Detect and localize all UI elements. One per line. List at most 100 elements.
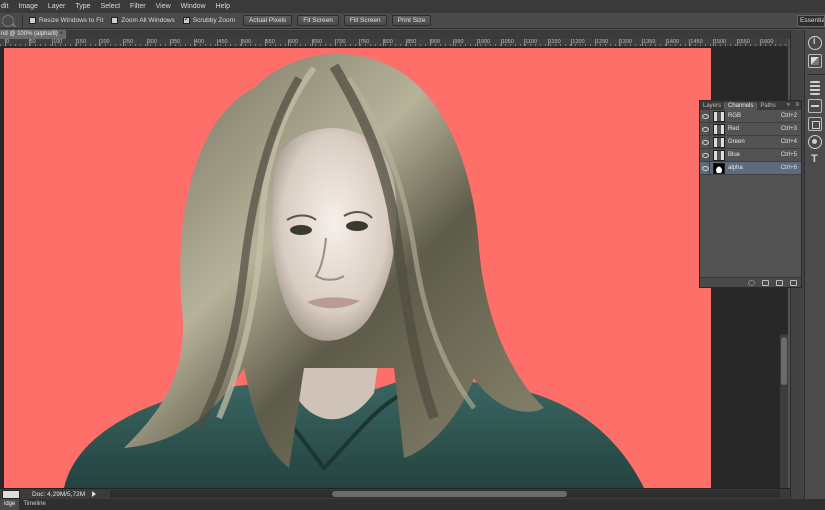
panel-menu-icon[interactable]: ≡: [795, 101, 799, 110]
ruler-label: 150: [75, 39, 86, 46]
zoom-all-windows-checkbox[interactable]: Zoom All Windows: [111, 17, 175, 24]
ruler-label: 1450: [689, 39, 703, 46]
options-bar: Resize Windows to Fit Zoom All Windows S…: [0, 13, 825, 29]
tab-channels[interactable]: Channels: [725, 102, 757, 110]
menu-bar: dit Image Layer Type Select Filter View …: [0, 0, 825, 13]
menu-help[interactable]: Help: [211, 0, 235, 13]
menu-view[interactable]: View: [151, 0, 176, 13]
ruler-label: 600: [288, 39, 299, 46]
vertical-scrollbar[interactable]: [780, 334, 788, 510]
delete-channel-icon[interactable]: [790, 279, 797, 286]
ruler-label: 350: [170, 39, 181, 46]
channel-name: Green: [728, 139, 745, 145]
channel-row-alpha[interactable]: alpha Ctrl+6: [700, 161, 801, 175]
scrubby-zoom-checkbox[interactable]: Scrubby Zoom: [182, 15, 236, 24]
collapse-panel-icon[interactable]: »: [787, 101, 790, 110]
ruler-label: 1250: [594, 39, 609, 46]
histogram-icon[interactable]: [810, 81, 820, 95]
horizontal-ruler[interactable]: 0 50 100 150 200 250 300 350 400 450 500 550 600 650 7…: [0, 39, 788, 47]
menu-filter[interactable]: Filter: [125, 0, 151, 13]
close-icon[interactable]: ×: [59, 30, 63, 39]
channel-row-rgb[interactable]: RGB Ctrl+2: [700, 109, 801, 123]
horizontal-scrollbar[interactable]: [110, 490, 780, 498]
menu-edit[interactable]: dit: [0, 0, 13, 13]
ruler-label: 700: [335, 39, 346, 46]
channel-shortcut: Ctrl+3: [780, 126, 797, 132]
checkbox-box[interactable]: [182, 15, 190, 24]
ruler-label: 550: [264, 39, 275, 46]
ruler-label: 450: [217, 39, 228, 46]
channel-shortcut: Ctrl+2: [780, 113, 797, 119]
tab-timeline[interactable]: Timeline: [19, 499, 49, 510]
ruler-label: 1500: [712, 39, 727, 46]
dock-separator: [807, 74, 825, 75]
ruler-label: 850: [406, 39, 417, 46]
visibility-eye-icon[interactable]: [700, 109, 710, 123]
ruler-label: 100: [52, 39, 63, 46]
channels-list-empty-area: [700, 175, 801, 277]
actual-pixels-button[interactable]: Actual Pixels: [243, 15, 293, 26]
document-size-info: Doc: 4,29M/5,72M: [32, 490, 86, 498]
print-size-button[interactable]: Print Size: [391, 15, 432, 26]
styles-icon[interactable]: [808, 117, 822, 131]
status-bar: Doc: 4,29M/5,72M: [0, 488, 790, 499]
menu-type[interactable]: Type: [70, 0, 95, 13]
ruler-label: 1550: [736, 39, 750, 46]
channel-row-blue[interactable]: Blue Ctrl+5: [700, 148, 801, 162]
ruler-label: 1100: [524, 39, 538, 46]
ruler-label: 650: [311, 39, 322, 46]
visibility-eye-icon[interactable]: [700, 135, 710, 149]
document-tab-title: nd @ 100% (alpha/8): [1, 31, 58, 37]
ruler-label: 1400: [665, 39, 680, 46]
checkbox-label: Scrubby Zoom: [192, 17, 236, 24]
ruler-label: 0: [4, 39, 10, 46]
document-tab[interactable]: nd @ 100% (alpha/8) ×: [0, 30, 66, 39]
visibility-eye-icon[interactable]: [700, 161, 710, 175]
navigator-icon[interactable]: [808, 54, 822, 68]
zoom-level-field[interactable]: [2, 489, 20, 499]
channel-row-red[interactable]: Red Ctrl+3: [700, 122, 801, 136]
channel-shortcut: Ctrl+4: [780, 139, 797, 145]
ruler-label: 500: [240, 39, 252, 46]
new-channel-icon[interactable]: [776, 279, 783, 286]
save-selection-icon[interactable]: [762, 279, 769, 286]
fit-screen-button[interactable]: Fit Screen: [297, 15, 339, 26]
checkbox-label: Zoom All Windows: [121, 17, 175, 24]
canvas-area[interactable]: [0, 47, 788, 510]
type-icon[interactable]: [808, 153, 822, 167]
channel-row-green[interactable]: Green Ctrl+4: [700, 135, 801, 149]
checkbox-box[interactable]: [111, 17, 119, 24]
workspace-switcher[interactable]: Essentials: [797, 15, 825, 27]
menu-window[interactable]: Window: [176, 0, 211, 13]
status-menu-arrow-icon[interactable]: [92, 491, 96, 497]
bottom-panel-tabs: idge Timeline: [0, 499, 825, 510]
menu-image[interactable]: Image: [13, 0, 42, 13]
dock-icon-column: [807, 34, 825, 171]
ruler-label: 400: [193, 39, 204, 46]
info-icon[interactable]: [808, 36, 822, 50]
checkbox-box[interactable]: [29, 17, 36, 24]
ruler-label: 1350: [642, 39, 656, 46]
fill-screen-button[interactable]: Fill Screen: [343, 15, 387, 26]
checkbox-label: Resize Windows to Fit: [39, 17, 104, 24]
visibility-eye-icon[interactable]: [700, 122, 710, 136]
tab-paths[interactable]: Paths: [757, 102, 778, 110]
adjustments-icon[interactable]: [808, 99, 822, 113]
channel-name: RGB: [728, 113, 742, 119]
zoom-tool-icon[interactable]: [2, 14, 14, 27]
menu-layer[interactable]: Layer: [43, 0, 71, 13]
channel-thumbnail: [713, 123, 725, 135]
ruler-label: 1300: [618, 39, 632, 46]
menu-select[interactable]: Select: [96, 0, 125, 13]
vertical-scrollbar-thumb[interactable]: [781, 337, 787, 385]
resize-windows-checkbox[interactable]: Resize Windows to Fit: [29, 17, 103, 24]
channel-shortcut: Ctrl+5: [780, 152, 797, 158]
channel-name: alpha: [728, 165, 743, 171]
ruler-label: 1200: [571, 39, 585, 46]
tab-bridge[interactable]: idge: [0, 499, 20, 510]
load-selection-icon[interactable]: [748, 279, 755, 286]
channel-shortcut: Ctrl+6: [780, 165, 797, 171]
horizontal-scrollbar-thumb[interactable]: [332, 491, 567, 497]
color-icon[interactable]: [808, 135, 822, 149]
visibility-eye-icon[interactable]: [700, 148, 710, 162]
